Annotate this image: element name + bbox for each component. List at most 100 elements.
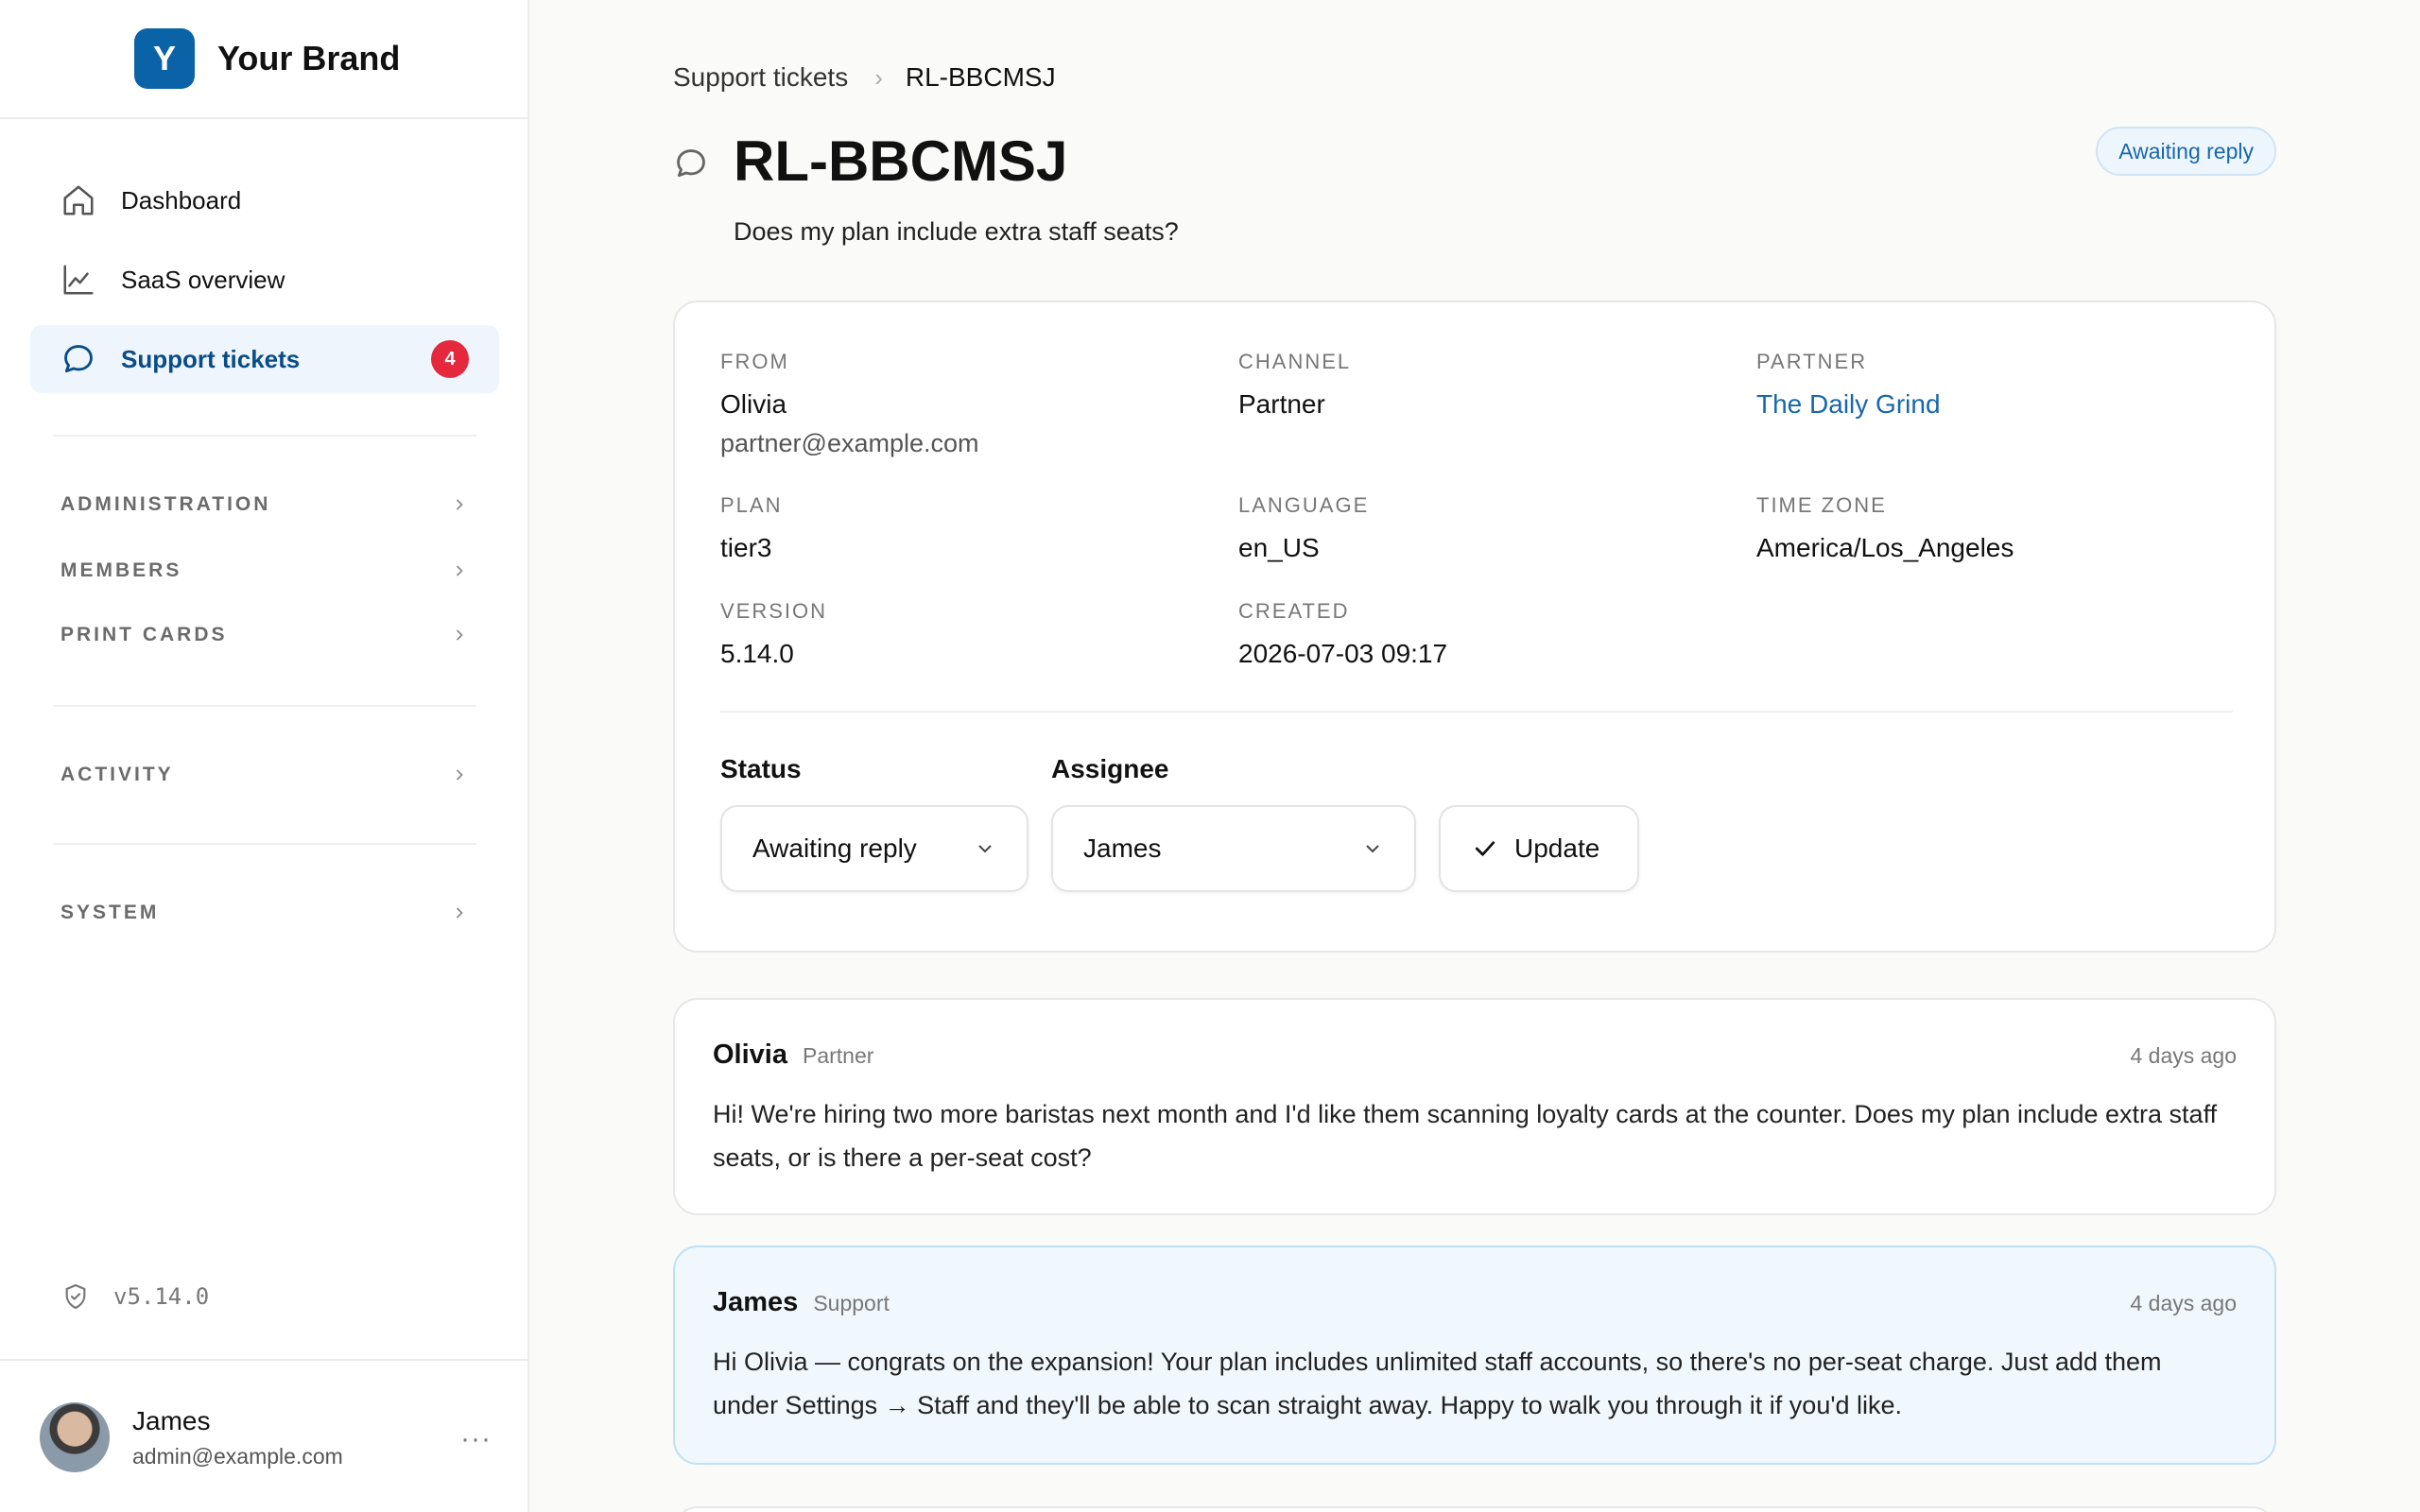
version-text: v5.14.0 bbox=[113, 1283, 210, 1310]
chat-bubble-icon bbox=[64, 345, 93, 373]
message-author: Olivia bbox=[713, 1040, 787, 1070]
from-name: Olivia bbox=[720, 389, 787, 419]
update-button-label: Update bbox=[1514, 833, 1600, 863]
status-badge: Awaiting reply bbox=[2096, 127, 2276, 176]
field-label: VERSION bbox=[720, 599, 828, 623]
field-timezone: TIME ZONE America/Los_Angeles bbox=[1756, 493, 2014, 563]
field-label: PARTNER bbox=[1756, 350, 1868, 373]
brand-name: Your Brand bbox=[217, 39, 401, 77]
message-header: James Support bbox=[713, 1287, 890, 1318]
chevron-down-icon bbox=[978, 845, 992, 853]
divider bbox=[720, 711, 2233, 713]
chevron-right-icon bbox=[456, 565, 463, 576]
from-email: partner@example.com bbox=[720, 429, 979, 457]
shield-check-icon bbox=[65, 1283, 86, 1310]
message-card-support: James Support 4 days ago Hi Olivia — con… bbox=[673, 1246, 2276, 1465]
status-label: Status bbox=[720, 754, 802, 783]
field-channel: CHANNEL Partner bbox=[1238, 350, 1351, 420]
message-role: Partner bbox=[803, 1043, 874, 1068]
breadcrumb-parent[interactable]: Support tickets bbox=[673, 62, 848, 93]
field-label: FROM bbox=[720, 350, 789, 373]
field-version: VERSION 5.14.0 bbox=[720, 599, 827, 669]
section-print-cards[interactable]: PRINT CARDS bbox=[60, 616, 469, 654]
sidebar-item-label: SaaS overview bbox=[121, 265, 285, 294]
partner-link[interactable]: The Daily Grind bbox=[1756, 389, 1941, 420]
created-value: 2026-07-03 09:17 bbox=[1238, 639, 1448, 668]
section-administration[interactable]: ADMINISTRATION bbox=[60, 486, 469, 524]
section-activity[interactable]: ACTIVITY bbox=[60, 756, 469, 794]
chart-line-icon bbox=[63, 265, 94, 295]
chevron-right-icon bbox=[456, 907, 463, 919]
message-time: 4 days ago bbox=[2130, 1043, 2237, 1068]
section-label: PRINT CARDS bbox=[60, 624, 228, 645]
reply-card-partial bbox=[673, 1506, 2276, 1512]
sidebar-item-saas-overview[interactable]: SaaS overview bbox=[30, 246, 499, 314]
ticket-subject: Does my plan include extra staff seats? bbox=[734, 217, 1179, 246]
count-badge: 4 bbox=[431, 340, 469, 378]
chevron-right-icon bbox=[456, 499, 463, 510]
check-icon bbox=[1475, 841, 1495, 856]
chevron-right-icon: › bbox=[874, 62, 883, 92]
section-label: MEMBERS bbox=[60, 559, 182, 581]
message-card: Olivia Partner 4 days ago Hi! We're hiri… bbox=[673, 998, 2276, 1215]
message-time: 4 days ago bbox=[2130, 1291, 2237, 1315]
home-icon bbox=[63, 185, 94, 215]
chevron-right-icon bbox=[456, 629, 463, 641]
sidebar-nav: Dashboard SaaS overview Support tickets … bbox=[30, 166, 499, 404]
field-partner: PARTNER The Daily Grind bbox=[1756, 350, 1941, 420]
section-system[interactable]: SYSTEM bbox=[60, 894, 469, 932]
breadcrumb: Support tickets › RL-BBCMSJ bbox=[673, 62, 1056, 93]
message-header: Olivia Partner bbox=[713, 1040, 873, 1071]
field-label: TIME ZONE bbox=[1756, 493, 1887, 517]
language-value: en_US bbox=[1238, 533, 1320, 562]
sidebar: Y Your Brand Dashboard SaaS overview Sup… bbox=[0, 0, 529, 1512]
status-select[interactable]: Awaiting reply bbox=[720, 805, 1028, 892]
message-body: Hi Olivia — congrats on the expansion! Y… bbox=[713, 1348, 2162, 1419]
avatar bbox=[40, 1402, 110, 1472]
user-email: admin@example.com bbox=[132, 1444, 343, 1469]
message-body: Hi! We're hiring two more baristas next … bbox=[713, 1100, 2218, 1172]
assignee-select[interactable]: James bbox=[1051, 805, 1416, 892]
chevron-right-icon bbox=[456, 769, 463, 781]
timezone-value: America/Los_Angeles bbox=[1756, 533, 2014, 562]
field-label: LANGUAGE bbox=[1238, 493, 1370, 517]
assignee-select-value: James bbox=[1083, 833, 1162, 863]
user-profile[interactable]: James admin@example.com ··· bbox=[0, 1359, 529, 1512]
brand[interactable]: Y Your Brand bbox=[0, 0, 527, 119]
field-label: CHANNEL bbox=[1238, 350, 1352, 373]
field-created: CREATED 2026-07-03 09:17 bbox=[1238, 599, 1447, 669]
status-select-value: Awaiting reply bbox=[752, 833, 917, 863]
message-author: James bbox=[713, 1287, 799, 1317]
section-label: SYSTEM bbox=[60, 902, 160, 923]
field-language: LANGUAGE en_US bbox=[1238, 493, 1369, 563]
channel-value: Partner bbox=[1238, 389, 1325, 419]
version-value: 5.14.0 bbox=[720, 639, 794, 668]
sidebar-item-label: Dashboard bbox=[121, 185, 242, 215]
sidebar-item-support-tickets[interactable]: Support tickets 4 bbox=[30, 325, 499, 393]
divider bbox=[53, 435, 476, 437]
section-members[interactable]: MEMBERS bbox=[60, 552, 469, 590]
sidebar-item-label: Support tickets bbox=[121, 344, 301, 373]
chat-bubble-icon bbox=[677, 149, 705, 178]
section-label: ADMINISTRATION bbox=[60, 493, 271, 515]
update-button[interactable]: Update bbox=[1439, 805, 1639, 892]
assignee-label: Assignee bbox=[1051, 754, 1169, 783]
field-label: PLAN bbox=[720, 493, 783, 517]
more-options-icon[interactable]: ··· bbox=[460, 1423, 492, 1455]
ticket-details-card: FROM Olivia partner@example.com CHANNEL … bbox=[673, 301, 2276, 953]
message-role: Support bbox=[813, 1291, 890, 1315]
user-name: James bbox=[132, 1406, 211, 1435]
page-title: RL-BBCMSJ bbox=[734, 129, 1068, 193]
field-plan: PLAN tier3 bbox=[720, 493, 782, 563]
brand-logo: Y bbox=[134, 28, 195, 89]
app-version: v5.14.0 bbox=[60, 1281, 209, 1312]
breadcrumb-current: RL-BBCMSJ bbox=[905, 62, 1056, 92]
plan-value: tier3 bbox=[720, 533, 772, 562]
field-from: FROM Olivia partner@example.com bbox=[720, 350, 979, 458]
field-label: CREATED bbox=[1238, 599, 1350, 623]
section-label: ACTIVITY bbox=[60, 764, 174, 785]
divider bbox=[53, 843, 476, 845]
sidebar-item-dashboard[interactable]: Dashboard bbox=[30, 166, 499, 234]
chevron-down-icon bbox=[1366, 845, 1379, 853]
divider bbox=[53, 705, 476, 707]
